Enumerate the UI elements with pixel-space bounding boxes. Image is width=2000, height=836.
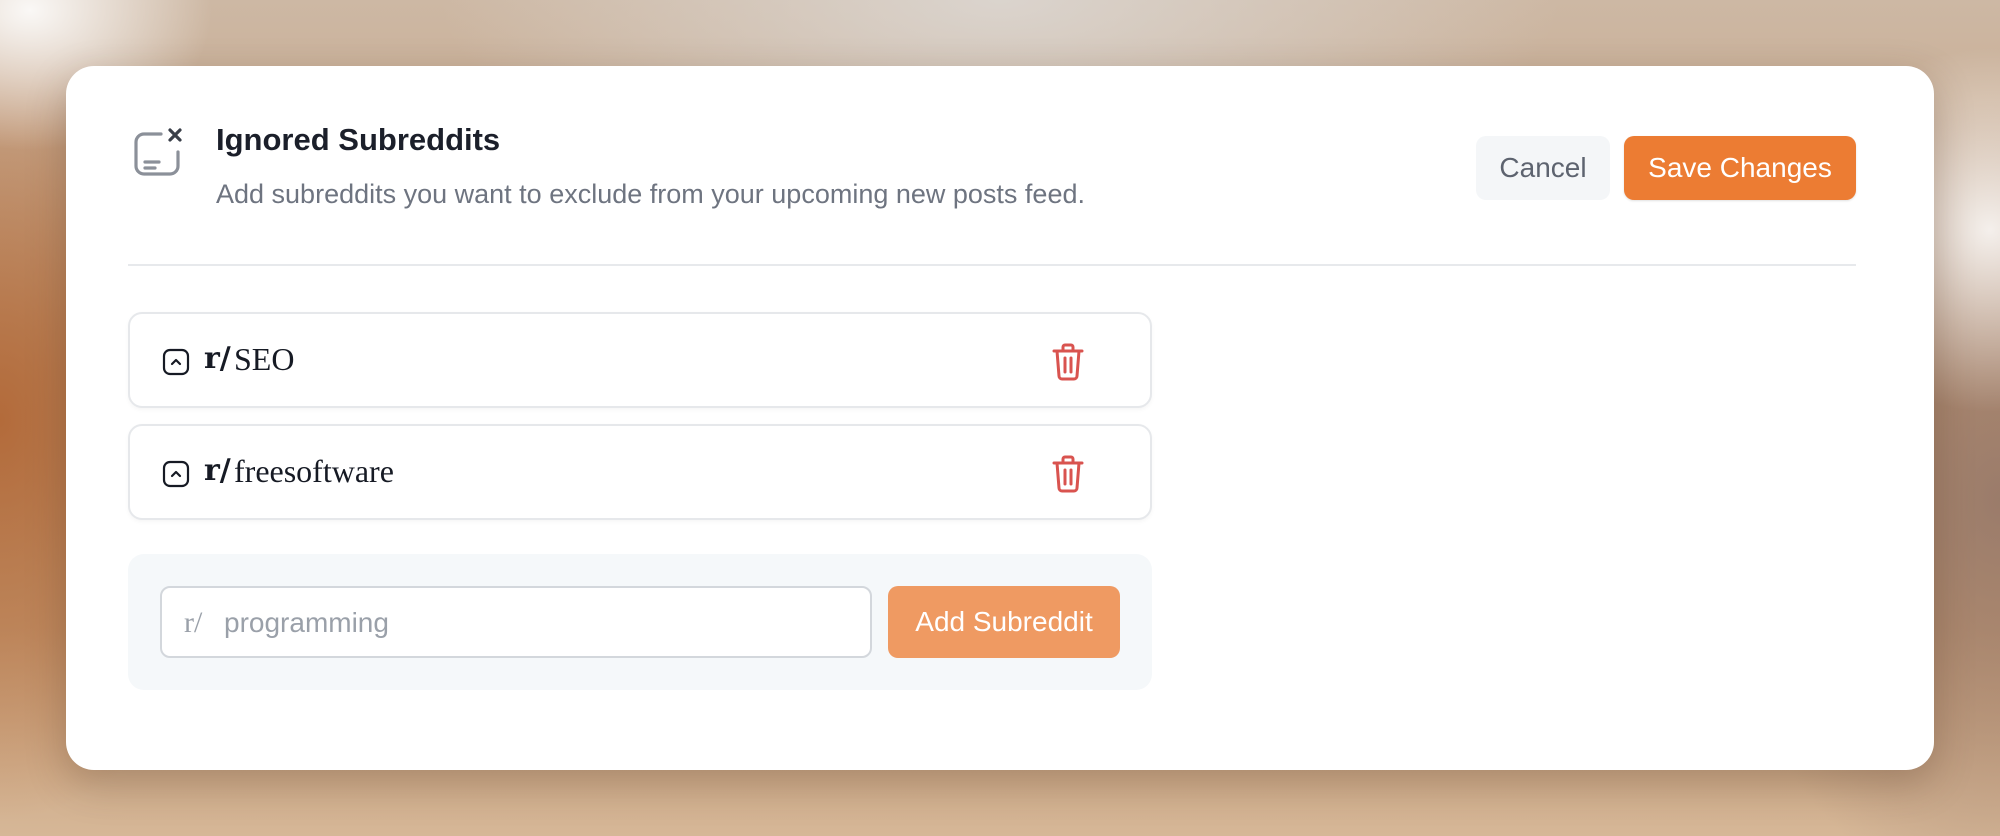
save-changes-button[interactable]: Save Changes (1624, 136, 1856, 200)
dialog-subtitle: Add subreddits you want to exclude from … (216, 179, 1085, 209)
chevron-up-square-icon (162, 348, 190, 376)
subreddit-prefix: r/ (204, 341, 231, 376)
dialog-title: Ignored Subreddits (216, 122, 501, 157)
input-prefix: r/ (184, 606, 203, 639)
trash-icon[interactable] (1050, 342, 1086, 382)
subreddit-name: SEO (234, 341, 295, 377)
ignored-list-icon (134, 128, 182, 176)
subreddit-input-wrapper[interactable]: r/ (160, 586, 872, 658)
subreddit-row: r/ SEO (128, 312, 1152, 408)
subreddit-row: r/ freesoftware (128, 424, 1152, 520)
trash-icon[interactable] (1050, 454, 1086, 494)
chevron-up-square-icon (162, 460, 190, 488)
subreddit-name: freesoftware (234, 453, 394, 489)
header-divider (128, 264, 1856, 266)
subreddit-prefix: r/ (204, 453, 231, 488)
subreddit-input[interactable] (222, 596, 856, 650)
add-subreddit-button[interactable]: Add Subreddit (888, 586, 1120, 658)
add-subreddit-panel: r/ Add Subreddit (128, 554, 1152, 690)
ignored-subreddits-dialog: Ignored Subreddits Add subreddits you wa… (66, 66, 1934, 770)
cancel-button[interactable]: Cancel (1476, 136, 1610, 200)
